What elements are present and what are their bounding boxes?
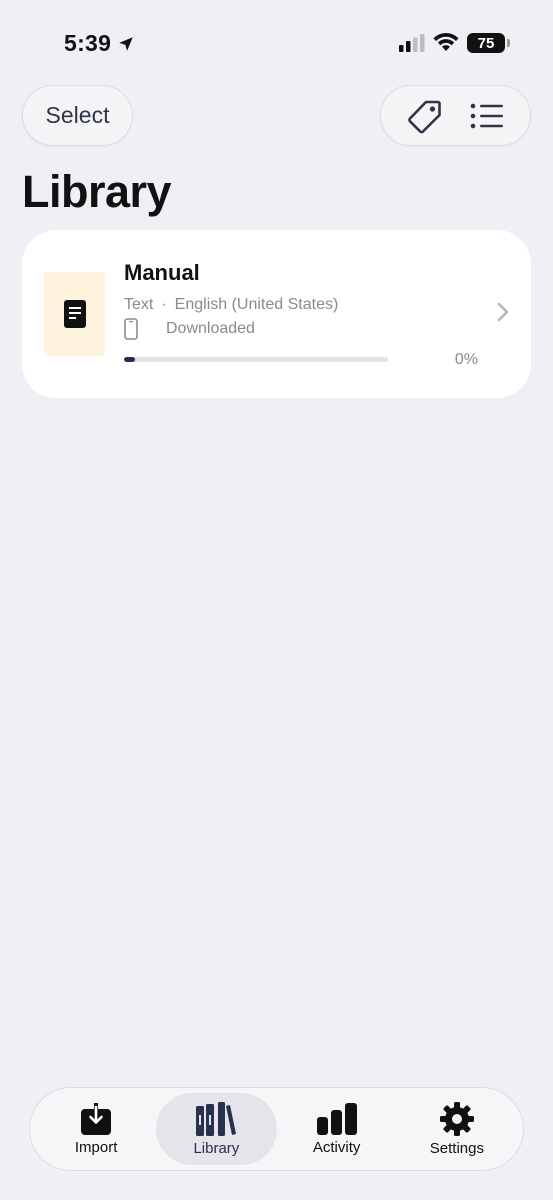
- toolbar-pill: [380, 85, 531, 146]
- download-status-row: Downloaded: [124, 318, 255, 340]
- cellular-signal-icon: [399, 34, 425, 52]
- library-icon: [196, 1101, 237, 1136]
- item-title: Manual: [124, 260, 200, 285]
- tab-settings-label: Settings: [429, 1139, 484, 1157]
- library-item-card[interactable]: Manual Text · English (United States) Do…: [22, 230, 531, 398]
- chevron-right-icon: [497, 302, 509, 322]
- document-icon: [63, 300, 86, 328]
- list-icon[interactable]: [470, 102, 504, 130]
- select-button[interactable]: Select: [22, 85, 133, 146]
- tab-library[interactable]: Library: [156, 1093, 277, 1165]
- gear-icon: [439, 1101, 474, 1136]
- tab-activity-label: Activity: [312, 1138, 361, 1156]
- progress-fill: [124, 357, 135, 362]
- tab-import-label: Import: [74, 1138, 118, 1156]
- tab-activity[interactable]: Activity: [277, 1093, 397, 1165]
- item-meta: Text · English (United States): [124, 296, 338, 314]
- status-time-label: 5:39: [64, 30, 112, 56]
- import-icon: [81, 1102, 112, 1135]
- tab-library-label: Library: [193, 1139, 240, 1157]
- tab-bar: Import Library Activity Settings: [29, 1087, 524, 1171]
- meta-separator: ·: [161, 296, 167, 313]
- battery-indicator: 75: [467, 33, 510, 53]
- item-language: English (United States): [174, 296, 339, 313]
- status-time: 5:39: [64, 30, 135, 57]
- progress-percent: 0%: [454, 351, 478, 368]
- item-thumbnail: [44, 272, 105, 356]
- phone-icon: [124, 318, 138, 340]
- select-button-label: Select: [45, 102, 110, 128]
- page-title: Library: [22, 166, 172, 217]
- battery-level: 75: [477, 34, 495, 52]
- wifi-icon: [433, 33, 459, 51]
- tab-import[interactable]: Import: [36, 1093, 156, 1165]
- screen: 5:39 75 Select Library Manual Text · Eng…: [0, 0, 553, 1200]
- status-indicators: 75: [399, 33, 510, 53]
- tag-icon[interactable]: [407, 98, 443, 134]
- item-type: Text: [124, 296, 154, 313]
- tab-settings[interactable]: Settings: [397, 1093, 517, 1165]
- activity-icon: [316, 1102, 357, 1135]
- progress-bar: [124, 357, 388, 362]
- download-status: Downloaded: [166, 320, 255, 337]
- location-arrow-icon: [119, 36, 133, 51]
